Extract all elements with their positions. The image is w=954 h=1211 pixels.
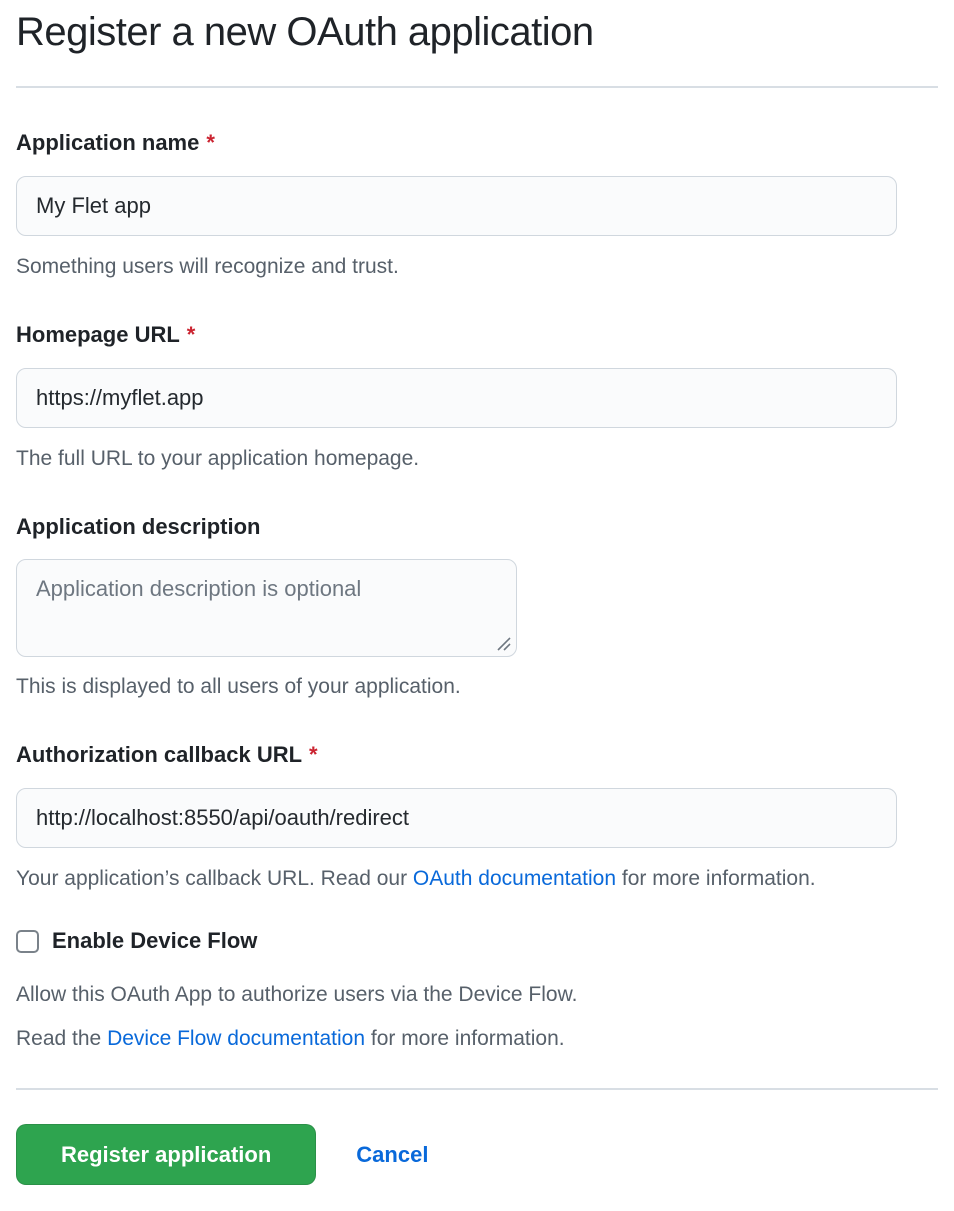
callback-url-help: Your application’s callback URL. Read ou… <box>16 866 938 892</box>
callback-url-label: Authorization callback URL * <box>16 742 938 768</box>
device-flow-help: Allow this OAuth App to authorize users … <box>16 982 938 1008</box>
homepage-url-label: Homepage URL * <box>16 322 938 348</box>
required-asterisk: * <box>309 742 318 767</box>
required-asterisk: * <box>206 130 215 155</box>
header-divider <box>16 86 938 88</box>
device-flow-documentation-link[interactable]: Device Flow documentation <box>107 1027 365 1050</box>
application-description-help: This is displayed to all users of your a… <box>16 674 938 700</box>
application-name-help: Something users will recognize and trust… <box>16 254 938 280</box>
callback-url-help-prefix: Your application’s callback URL. Read ou… <box>16 867 413 890</box>
device-flow-docs-prefix: Read the <box>16 1027 107 1050</box>
oauth-documentation-link[interactable]: OAuth documentation <box>413 867 616 890</box>
callback-url-label-text: Authorization callback URL <box>16 742 302 767</box>
homepage-url-help: The full URL to your application homepag… <box>16 446 938 472</box>
required-asterisk: * <box>187 322 196 347</box>
application-name-input[interactable] <box>16 176 897 236</box>
device-flow-docs-suffix: for more information. <box>365 1027 565 1050</box>
homepage-url-label-text: Homepage URL <box>16 322 180 347</box>
device-flow-label[interactable]: Enable Device Flow <box>52 928 257 954</box>
oauth-app-form: Application name * Something users will r… <box>16 130 938 1185</box>
actions-row: Register application Cancel <box>16 1124 938 1185</box>
cancel-link[interactable]: Cancel <box>356 1142 428 1168</box>
application-name-label-text: Application name <box>16 130 199 155</box>
device-flow-docs: Read the Device Flow documentation for m… <box>16 1026 938 1052</box>
homepage-url-input[interactable] <box>16 368 897 428</box>
device-flow-checkbox[interactable] <box>16 930 39 953</box>
application-description-input[interactable] <box>16 559 517 657</box>
register-application-button[interactable]: Register application <box>16 1124 316 1185</box>
footer-divider <box>16 1088 938 1090</box>
application-description-label: Application description <box>16 514 938 540</box>
application-description-wrap <box>16 559 517 657</box>
device-flow-row: Enable Device Flow <box>16 928 938 954</box>
page-title: Register a new OAuth application <box>16 6 938 58</box>
callback-url-input[interactable] <box>16 788 897 848</box>
application-name-label: Application name * <box>16 130 938 156</box>
application-description-label-text: Application description <box>16 514 260 539</box>
callback-url-help-suffix: for more information. <box>616 867 816 890</box>
